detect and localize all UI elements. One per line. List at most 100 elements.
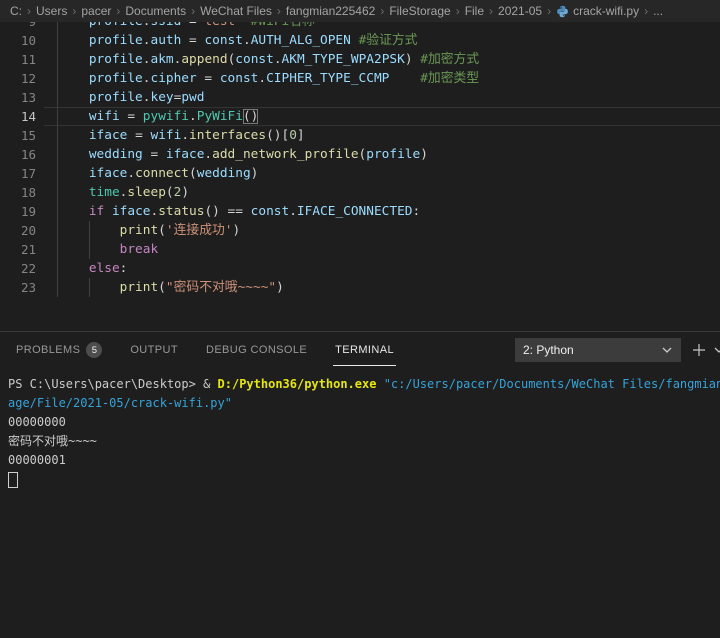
- breadcrumb-item[interactable]: Users: [36, 4, 67, 18]
- code-token: cipher: [150, 71, 196, 86]
- code-line[interactable]: 10 profile.auth = const.AUTH_ALG_OPEN #验…: [0, 31, 720, 50]
- code-line[interactable]: 11 profile.akm.append(const.AKM_TYPE_WPA…: [0, 50, 720, 69]
- code-token: .: [204, 147, 212, 162]
- terminal-output[interactable]: PS C:\Users\pacer\Desktop> & D:/Python36…: [8, 375, 720, 489]
- code-line[interactable]: 13 profile.key=pwd: [0, 88, 720, 107]
- breadcrumb-filename: crack-wifi.py: [573, 4, 639, 18]
- code-line[interactable]: 15 iface = wifi.interfaces()[0]: [0, 126, 720, 145]
- code-text: profile.cipher = const.CIPHER_TYPE_CCMP …: [58, 69, 479, 88]
- code-token: wedding: [197, 166, 251, 181]
- code-token: [58, 185, 89, 200]
- code-text: iface = wifi.interfaces()[0]: [58, 126, 305, 145]
- breadcrumb-item[interactable]: File: [465, 4, 484, 18]
- code-editor[interactable]: 9 profile.ssid = test #WiFi名称10 profile.…: [0, 0, 720, 331]
- panel-tab-label: PROBLEMS: [16, 344, 80, 356]
- code-token: =: [120, 109, 143, 124]
- code-token: =: [143, 147, 166, 162]
- code-line[interactable]: 21 break: [0, 240, 720, 259]
- breadcrumb-item[interactable]: WeChat Files: [200, 4, 272, 18]
- breadcrumb-item[interactable]: fangmian225462: [286, 4, 375, 18]
- code-token: .: [274, 52, 282, 67]
- breadcrumb-separator: ›: [191, 4, 195, 18]
- python-icon: [556, 5, 569, 18]
- panel-tab-debug-console[interactable]: DEBUG CONSOLE: [204, 335, 309, 366]
- terminal-text: 00000001: [8, 453, 66, 467]
- breadcrumb-item[interactable]: pacer: [81, 4, 111, 18]
- code-token: CIPHER_TYPE_CCMP: [266, 71, 389, 86]
- panel-tab-terminal[interactable]: TERMINAL: [333, 335, 396, 366]
- code-token: auth: [150, 33, 181, 48]
- code-token: [58, 166, 89, 181]
- code-token: else: [89, 261, 120, 276]
- code-line[interactable]: 17 iface.connect(wedding): [0, 164, 720, 183]
- breadcrumb-separator: ›: [27, 4, 31, 18]
- code-token: ): [251, 166, 259, 181]
- code-token: connect: [135, 166, 189, 181]
- code-text: print("密码不对哦~~~~"): [58, 278, 284, 297]
- breadcrumb-item[interactable]: C:: [10, 4, 22, 18]
- line-number: 20: [0, 221, 36, 240]
- code-token: (: [189, 166, 197, 181]
- code-text: print('连接成功'): [58, 221, 240, 240]
- line-number: 23: [0, 278, 36, 297]
- terminal-line: 00000000: [8, 413, 720, 432]
- code-token: iface: [112, 204, 151, 219]
- code-token: ): [405, 52, 413, 67]
- code-token: .: [258, 71, 266, 86]
- new-terminal-dropdown-button[interactable]: [713, 346, 720, 354]
- breadcrumb-item[interactable]: crack-wifi.py: [556, 4, 639, 18]
- code-token: iface: [89, 166, 128, 181]
- line-number: 11: [0, 50, 36, 69]
- code-token: [58, 33, 89, 48]
- code-token: [58, 52, 89, 67]
- terminal-text: 00000000: [8, 415, 66, 429]
- terminal-text: age/File/2021-05/crack-wifi.py": [8, 396, 232, 410]
- code-line[interactable]: 18 time.sleep(2): [0, 183, 720, 202]
- breadcrumb-item[interactable]: ...: [653, 4, 663, 18]
- code-token: iface: [166, 147, 205, 162]
- vscode-window: C:›Users›pacer›Documents›WeChat Files›fa…: [0, 0, 720, 638]
- code-token: #加密方式: [413, 52, 480, 67]
- code-token: [58, 90, 89, 105]
- code-token: profile: [366, 147, 420, 162]
- code-token: =: [197, 71, 220, 86]
- code-token: if: [89, 204, 112, 219]
- code-line[interactable]: 22 else:: [0, 259, 720, 278]
- breadcrumb-item[interactable]: FileStorage: [389, 4, 450, 18]
- code-line[interactable]: 20 print('连接成功'): [0, 221, 720, 240]
- code-token: pywifi: [143, 109, 189, 124]
- code-text: else:: [58, 259, 127, 278]
- line-number: 12: [0, 69, 36, 88]
- code-token: iface: [89, 128, 128, 143]
- code-text: profile.akm.append(const.AKM_TYPE_WPA2PS…: [58, 50, 479, 69]
- code-token: ]: [297, 128, 305, 143]
- code-token: add_network_profile: [212, 147, 358, 162]
- code-token: [58, 71, 89, 86]
- breadcrumb-separator: ›: [277, 4, 281, 18]
- code-token: #验证方式: [351, 33, 418, 48]
- terminal-select[interactable]: 2: Python: [515, 338, 681, 362]
- code-token: .: [127, 166, 135, 181]
- code-token: [58, 242, 120, 257]
- code-token: ): [420, 147, 428, 162]
- code-line[interactable]: 23 print("密码不对哦~~~~"): [0, 278, 720, 297]
- new-terminal-button[interactable]: [691, 342, 707, 358]
- panel-tab-problems[interactable]: PROBLEMS5: [14, 335, 104, 366]
- terminal-line: 密码不对哦~~~~: [8, 432, 720, 451]
- code-token: "密码不对哦~~~~": [166, 280, 276, 295]
- code-line[interactable]: 16 wedding = iface.add_network_profile(p…: [0, 145, 720, 164]
- code-token: const: [220, 71, 259, 86]
- code-line[interactable]: 12 profile.cipher = const.CIPHER_TYPE_CC…: [0, 69, 720, 88]
- panel-tab-output[interactable]: OUTPUT: [128, 335, 180, 366]
- code-token: =: [127, 128, 150, 143]
- code-text: break: [58, 240, 158, 259]
- code-token: [58, 261, 89, 276]
- line-number: 13: [0, 88, 36, 107]
- code-text: profile.auth = const.AUTH_ALG_OPEN #验证方式: [58, 31, 417, 50]
- breadcrumb-item[interactable]: Documents: [125, 4, 186, 18]
- plus-icon: [691, 342, 707, 358]
- breadcrumb-item[interactable]: 2021-05: [498, 4, 542, 18]
- code-line[interactable]: 14 wifi = pywifi.PyWiFi(): [0, 107, 720, 126]
- code-line[interactable]: 19 if iface.status() == const.IFACE_CONN…: [0, 202, 720, 221]
- code-token: akm: [150, 52, 173, 67]
